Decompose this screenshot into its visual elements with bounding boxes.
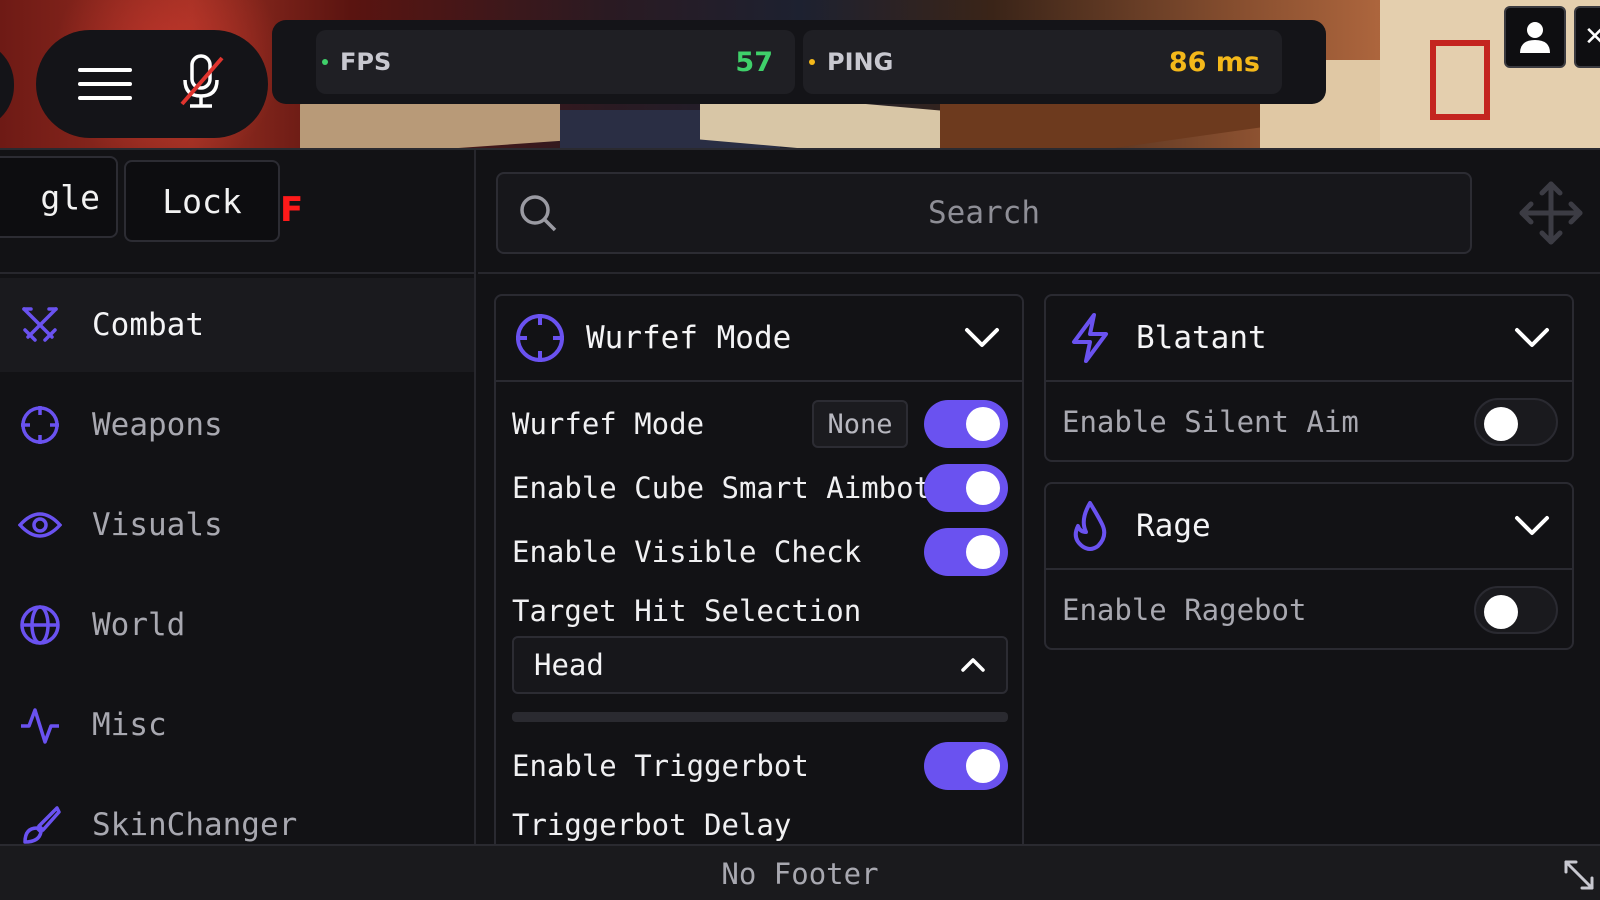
sidebar: gle Lock F Combat Weapons Visuals World … (0, 150, 476, 844)
keybind-badge: F (280, 190, 304, 230)
panel-header[interactable]: Wurfef Mode (496, 296, 1022, 382)
sidebar-item-label: Weapons (92, 407, 223, 443)
sidebar-item-misc[interactable]: Misc (0, 678, 474, 772)
dropdown-value: Head (534, 648, 604, 682)
smart-aimbot-toggle[interactable] (924, 464, 1008, 512)
chevron-down-icon[interactable] (1514, 327, 1550, 349)
swords-icon (18, 303, 62, 347)
fps-value: 57 (735, 46, 773, 78)
search-box (496, 172, 1472, 254)
activity-icon (18, 703, 62, 747)
search-input[interactable] (498, 174, 1470, 252)
triggerbot-toggle[interactable] (924, 742, 1008, 790)
ragebot-toggle[interactable] (1474, 586, 1558, 634)
sidebar-item-weapons[interactable]: Weapons (0, 378, 474, 472)
sidebar-item-world[interactable]: World (0, 578, 474, 672)
chevron-up-icon (961, 658, 985, 672)
row-label: Enable Visible Check (512, 535, 862, 569)
brush-icon (18, 803, 62, 847)
flame-icon (1064, 500, 1116, 552)
visible-check-row: Enable Visible Check (512, 524, 1024, 580)
window-footer: No Footer (0, 844, 1600, 900)
cheat-menu-window: gle Lock F Combat Weapons Visuals World … (0, 148, 1600, 900)
resize-icon[interactable] (1562, 858, 1596, 892)
triggerbot-delay-row: Triggerbot Delay (512, 800, 1024, 844)
panel-title: Wurfef Mode (586, 320, 792, 356)
sidebar-item-label: SkinChanger (92, 807, 298, 843)
ping-stat: PING 86 ms (803, 30, 1282, 94)
eye-icon (18, 503, 62, 547)
search-bar-row (478, 150, 1600, 274)
fps-label: FPS (340, 48, 392, 76)
footer-text: No Footer (721, 857, 879, 891)
performance-stats: FPS 57 PING 86 ms (272, 20, 1326, 104)
ping-dot-icon (809, 59, 815, 65)
row-label: Wurfef Mode (512, 407, 705, 441)
wurfef-mode-row: Wurfef Mode None (512, 396, 1024, 452)
row-label: Enable Ragebot (1062, 593, 1307, 627)
chevron-down-icon[interactable] (1514, 515, 1550, 537)
sidebar-top-buttons: gle Lock F (0, 150, 476, 274)
target-hit-row: Target Hit Selection (512, 586, 1024, 636)
sidebar-item-label: World (92, 607, 186, 643)
sidebar-item-visuals[interactable]: Visuals (0, 478, 474, 572)
row-label: Enable Silent Aim (1062, 405, 1359, 439)
ping-label: PING (827, 48, 894, 76)
move-icon[interactable] (1518, 180, 1584, 246)
sidebar-item-label: Misc (92, 707, 167, 743)
lock-button[interactable]: Lock (124, 160, 280, 242)
row-label: Triggerbot Delay (512, 808, 792, 842)
sidebar-item-label: Combat (92, 307, 204, 343)
scene-wall (1380, 0, 1600, 148)
close-button[interactable]: ✕ (1574, 6, 1600, 68)
panel-header[interactable]: Blatant (1046, 296, 1572, 382)
slider-track[interactable] (512, 712, 1008, 722)
row-label: Enable Triggerbot (512, 749, 809, 783)
silent-aim-toggle[interactable] (1474, 398, 1558, 446)
content-area: Wurfef Mode Wurfef Mode None Enable Cube… (478, 150, 1600, 844)
panel-title: Blatant (1136, 320, 1267, 356)
hamburger-menu-icon[interactable] (78, 66, 132, 102)
lightning-icon (1064, 312, 1116, 364)
panel-header[interactable]: Rage (1046, 484, 1572, 570)
hud-controls (36, 30, 268, 138)
smart-aimbot-row: Enable Cube Smart Aimbot (512, 460, 1024, 516)
panel-title: Rage (1136, 508, 1211, 544)
visible-check-toggle[interactable] (924, 528, 1008, 576)
fps-stat: FPS 57 (316, 30, 795, 94)
profile-button[interactable] (1504, 6, 1566, 68)
blatant-panel: Blatant Enable Silent Aim (1044, 294, 1574, 462)
wurfef-mode-panel: Wurfef Mode Wurfef Mode None Enable Cube… (494, 294, 1024, 844)
chevron-down-icon[interactable] (964, 327, 1000, 349)
user-icon (1520, 22, 1550, 53)
microphone-muted-icon[interactable] (176, 52, 226, 116)
row-label: Target Hit Selection (512, 594, 862, 628)
sidebar-item-combat[interactable]: Combat (0, 278, 474, 372)
globe-icon (18, 603, 62, 647)
wurfef-mode-toggle[interactable] (924, 400, 1008, 448)
crosshair-icon (514, 312, 566, 364)
close-icon: ✕ (1584, 22, 1600, 52)
ping-value: 86 ms (1168, 46, 1260, 78)
sidebar-item-label: Visuals (92, 507, 223, 543)
sidebar-nav: Combat Weapons Visuals World Misc SkinCh… (0, 278, 474, 878)
keybind-selector[interactable]: None (812, 400, 908, 448)
fps-dot-icon (322, 59, 328, 65)
toggle-button[interactable]: gle (0, 156, 118, 238)
silent-aim-row: Enable Silent Aim (1062, 394, 1574, 450)
search-icon (520, 195, 557, 232)
ragebot-row: Enable Ragebot (1062, 582, 1574, 638)
crosshair-icon (18, 403, 62, 447)
row-label: Enable Cube Smart Aimbot (512, 471, 932, 505)
target-hit-dropdown[interactable]: Head (512, 636, 1008, 694)
scene-window (1430, 40, 1490, 120)
rage-panel: Rage Enable Ragebot (1044, 482, 1574, 650)
triggerbot-row: Enable Triggerbot (512, 738, 1024, 794)
